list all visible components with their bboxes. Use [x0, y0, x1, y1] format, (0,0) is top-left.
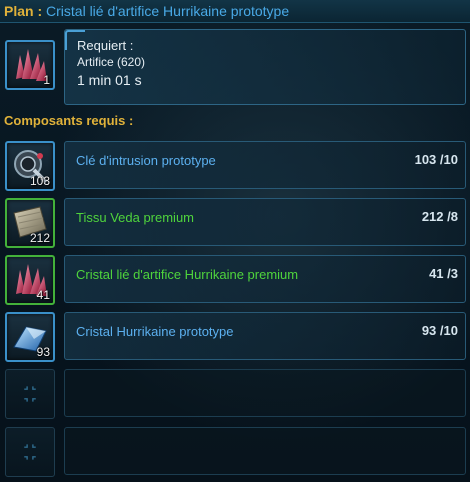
requirements-panel: Requiert : Artifice (620) 1 min 01 s — [64, 29, 466, 105]
component-count: 103 /10 — [414, 152, 458, 167]
component-row-3[interactable]: Cristal lié d'artifice Hurrikaine premiu… — [64, 255, 466, 303]
schematic-name: Cristal lié d'artifice Hurrikaine protot… — [46, 3, 290, 19]
result-qty: 1 — [43, 73, 50, 87]
component-count: 93 /10 — [421, 323, 458, 338]
owned-count: 93 — [421, 323, 437, 338]
empty-slot-crosshair-icon — [24, 444, 36, 460]
craft-time: 1 min 01 s — [77, 72, 142, 88]
component-name: Tissu Veda premium — [76, 210, 195, 225]
empty-slot-5 — [5, 369, 55, 419]
component-row-2[interactable]: Tissu Veda premium 212 /8 — [64, 198, 466, 246]
component-slot-3[interactable]: 41 — [5, 255, 55, 305]
owned-count: 103 — [414, 152, 437, 167]
component-slot-qty: 41 — [36, 288, 50, 302]
required-skill: Artifice (620) — [77, 55, 146, 69]
required-count: 3 — [450, 266, 458, 281]
empty-row-5 — [64, 369, 466, 417]
component-count: 212 /8 — [421, 209, 458, 224]
header-text: Plan : Cristal lié d'artifice Hurrikaine… — [4, 3, 289, 19]
component-slot-qty: 93 — [36, 345, 50, 359]
components-label: Composants requis : — [4, 113, 134, 128]
empty-slot-6 — [5, 427, 55, 477]
requirements-title: Requiert : — [77, 38, 134, 53]
component-row-4[interactable]: Cristal Hurrikaine prototype 93 /10 — [64, 312, 466, 360]
component-name: Clé d'intrusion prototype — [76, 153, 216, 168]
component-slot-qty: 212 — [29, 231, 50, 245]
empty-row-6 — [64, 427, 466, 475]
component-name: Cristal Hurrikaine prototype — [76, 324, 234, 339]
required-count: 10 — [443, 152, 458, 167]
required-count: 10 — [443, 323, 458, 338]
component-slot-qty: 103 — [29, 174, 50, 188]
plan-prefix: Plan : — [4, 3, 43, 19]
schematic-header: Plan : Cristal lié d'artifice Hurrikaine… — [0, 0, 470, 23]
component-count: 41 /3 — [429, 266, 458, 281]
component-slot-4[interactable]: 93 — [5, 312, 55, 362]
empty-slot-crosshair-icon — [24, 386, 36, 402]
component-slot-1[interactable]: 103 — [5, 141, 55, 191]
result-item-slot[interactable]: 1 — [5, 40, 55, 90]
component-name: Cristal lié d'artifice Hurrikaine premiu… — [76, 267, 299, 282]
component-row-1[interactable]: Clé d'intrusion prototype 103 /10 — [64, 141, 466, 189]
owned-count: 41 — [429, 266, 444, 281]
component-slot-2[interactable]: 212 — [5, 198, 55, 248]
required-count: 8 — [450, 209, 458, 224]
owned-count: 212 — [421, 209, 444, 224]
